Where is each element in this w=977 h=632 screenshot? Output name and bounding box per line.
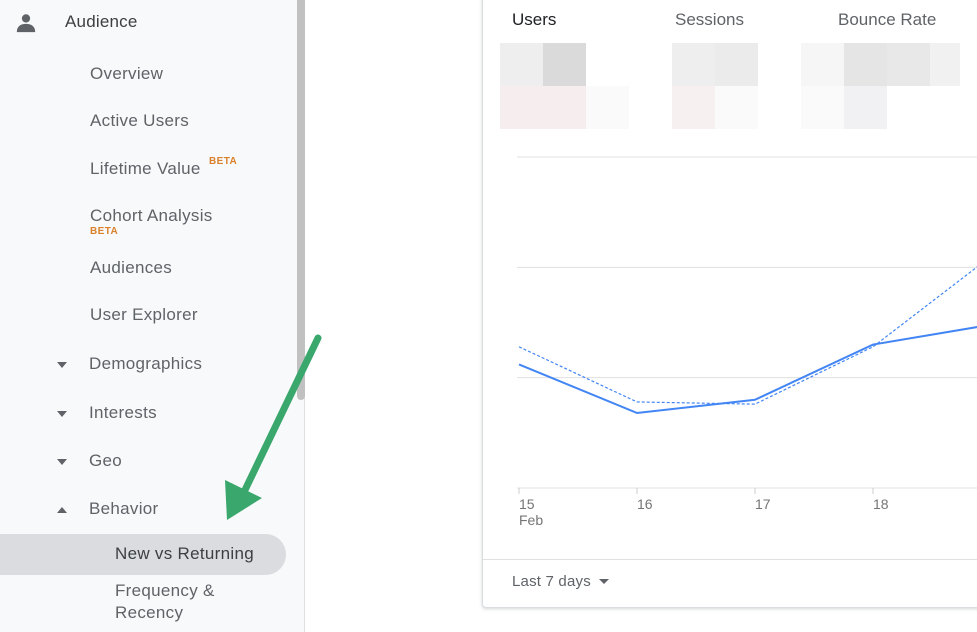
sidebar-item-label: Active Users [90, 111, 190, 130]
sidebar-item-label-line1: Frequency & [115, 581, 215, 600]
sidebar-item-overview[interactable]: Overview [0, 64, 290, 90]
sidebar-item-label: Audiences [90, 258, 173, 277]
date-range-label: Last 7 days [512, 573, 591, 590]
sidebar-item-user-explorer[interactable]: User Explorer [0, 305, 290, 331]
users-line-chart: 15Feb16171819 [517, 156, 977, 528]
audience-section-header[interactable]: Audience [0, 0, 290, 46]
card-divider [483, 559, 977, 560]
tab-bounce-rate[interactable]: Bounce Rate [838, 10, 936, 30]
caret-down-icon [598, 579, 609, 584]
caret-down-icon [57, 459, 67, 465]
sidebar-nav: Audience Overview Active Users Lifetime … [0, 0, 322, 632]
series-line-current [518, 326, 977, 414]
sidebar-item-label: Overview [90, 64, 164, 83]
sidebar-item-audiences[interactable]: Audiences [0, 258, 290, 284]
sidebar-item-label: Lifetime Value [90, 159, 201, 178]
caret-up-icon [57, 507, 67, 513]
x-tick-label: 18 [873, 496, 889, 512]
beta-badge: BETA [90, 226, 119, 237]
caret-down-icon [57, 411, 67, 417]
sidebar-item-label: User Explorer [90, 305, 198, 324]
x-tick-label: 17 [755, 496, 771, 512]
sidebar-item-frequency-recency[interactable]: Frequency & Recency [115, 580, 215, 624]
sidebar-item-label-line2: Recency [115, 603, 184, 622]
x-tick-sublabel: Feb [519, 512, 543, 528]
caret-down-icon [57, 362, 67, 368]
audience-section-label: Audience [65, 12, 138, 31]
sidebar-item-lifetime-value[interactable]: Lifetime Value BETA [0, 156, 290, 185]
sidebar-item-cohort-analysis[interactable]: Cohort Analysis BETA [0, 206, 290, 242]
users-chart-card: Users Sessions Bounce Rate 15Feb16171819… [482, 0, 977, 608]
sidebar-group-label: Behavior [89, 499, 159, 518]
person-icon [16, 14, 36, 33]
tab-sessions[interactable]: Sessions [675, 10, 744, 30]
sidebar-group-label: Interests [89, 403, 157, 422]
green-arrow-annotation [225, 334, 322, 520]
sidebar-group-label: Geo [89, 451, 123, 470]
date-range-selector[interactable]: Last 7 days [512, 573, 609, 590]
sidebar-item-label: Cohort Analysis [90, 206, 213, 225]
x-tick-label: 15 [519, 496, 535, 512]
tab-users[interactable]: Users [512, 10, 556, 30]
sidebar-item-active-users[interactable]: Active Users [0, 111, 290, 137]
beta-badge: BETA [209, 156, 238, 167]
series-line-comparison [518, 266, 977, 405]
sidebar-group-label: Demographics [89, 354, 203, 373]
sidebar-item-new-vs-returning[interactable]: New vs Returning [0, 534, 286, 575]
sidebar-item-label: New vs Returning [115, 544, 254, 563]
x-tick-label: 16 [637, 496, 653, 512]
